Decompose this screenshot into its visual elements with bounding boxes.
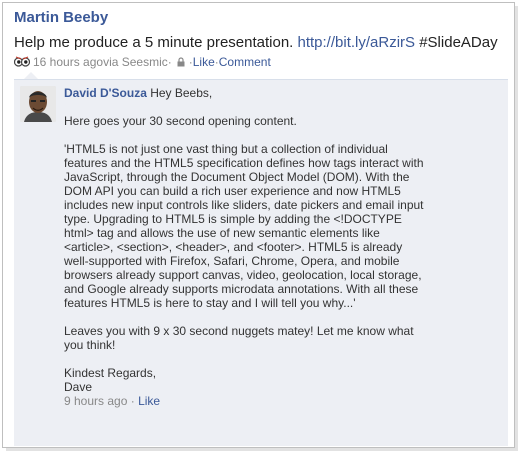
post-status-text: Help me produce a 5 minute presentation.… xyxy=(14,34,498,51)
comment-like-link[interactable]: Like xyxy=(138,394,160,408)
comment-link[interactable]: Comment xyxy=(219,55,271,69)
post-via: via Seesmic xyxy=(103,55,168,69)
post-author[interactable]: Martin Beeby xyxy=(14,9,108,26)
comment-paragraph-3: Leaves you with 9 x 30 second nuggets ma… xyxy=(64,324,414,352)
meta-separator: · xyxy=(127,394,139,408)
post-meta: 16 hours ago via Seesmic · · Like · Comm… xyxy=(13,55,271,69)
avatar[interactable] xyxy=(20,86,56,122)
comment-signature: Kindest Regards, Dave xyxy=(64,366,157,394)
comment-author[interactable]: David D'Souza xyxy=(64,86,147,100)
post-time[interactable]: 16 hours ago xyxy=(33,55,103,69)
comment-greeting: Hey Beebs, xyxy=(146,86,213,100)
seesmic-app-icon xyxy=(13,55,31,69)
comment-caret xyxy=(24,72,38,79)
comment-meta: 9 hours ago · Like xyxy=(64,394,504,408)
post-text: Help me produce a 5 minute presentation. xyxy=(14,34,298,51)
comment-time[interactable]: 9 hours ago xyxy=(64,394,127,408)
like-link[interactable]: Like xyxy=(193,55,215,69)
post-hashtag: #SlideADay xyxy=(415,34,498,51)
post-link[interactable]: http://bit.ly/aRzirS xyxy=(298,34,416,51)
meta-separator: · xyxy=(167,55,172,69)
lock-icon xyxy=(177,56,185,67)
comment-content: David D'Souza Hey Beebs, Here goes your … xyxy=(64,86,504,408)
comment-paragraph-2: 'HTML5 is not just one vast thing but a … xyxy=(64,142,424,310)
comment-paragraph-1: Here goes your 30 second opening content… xyxy=(64,114,297,128)
